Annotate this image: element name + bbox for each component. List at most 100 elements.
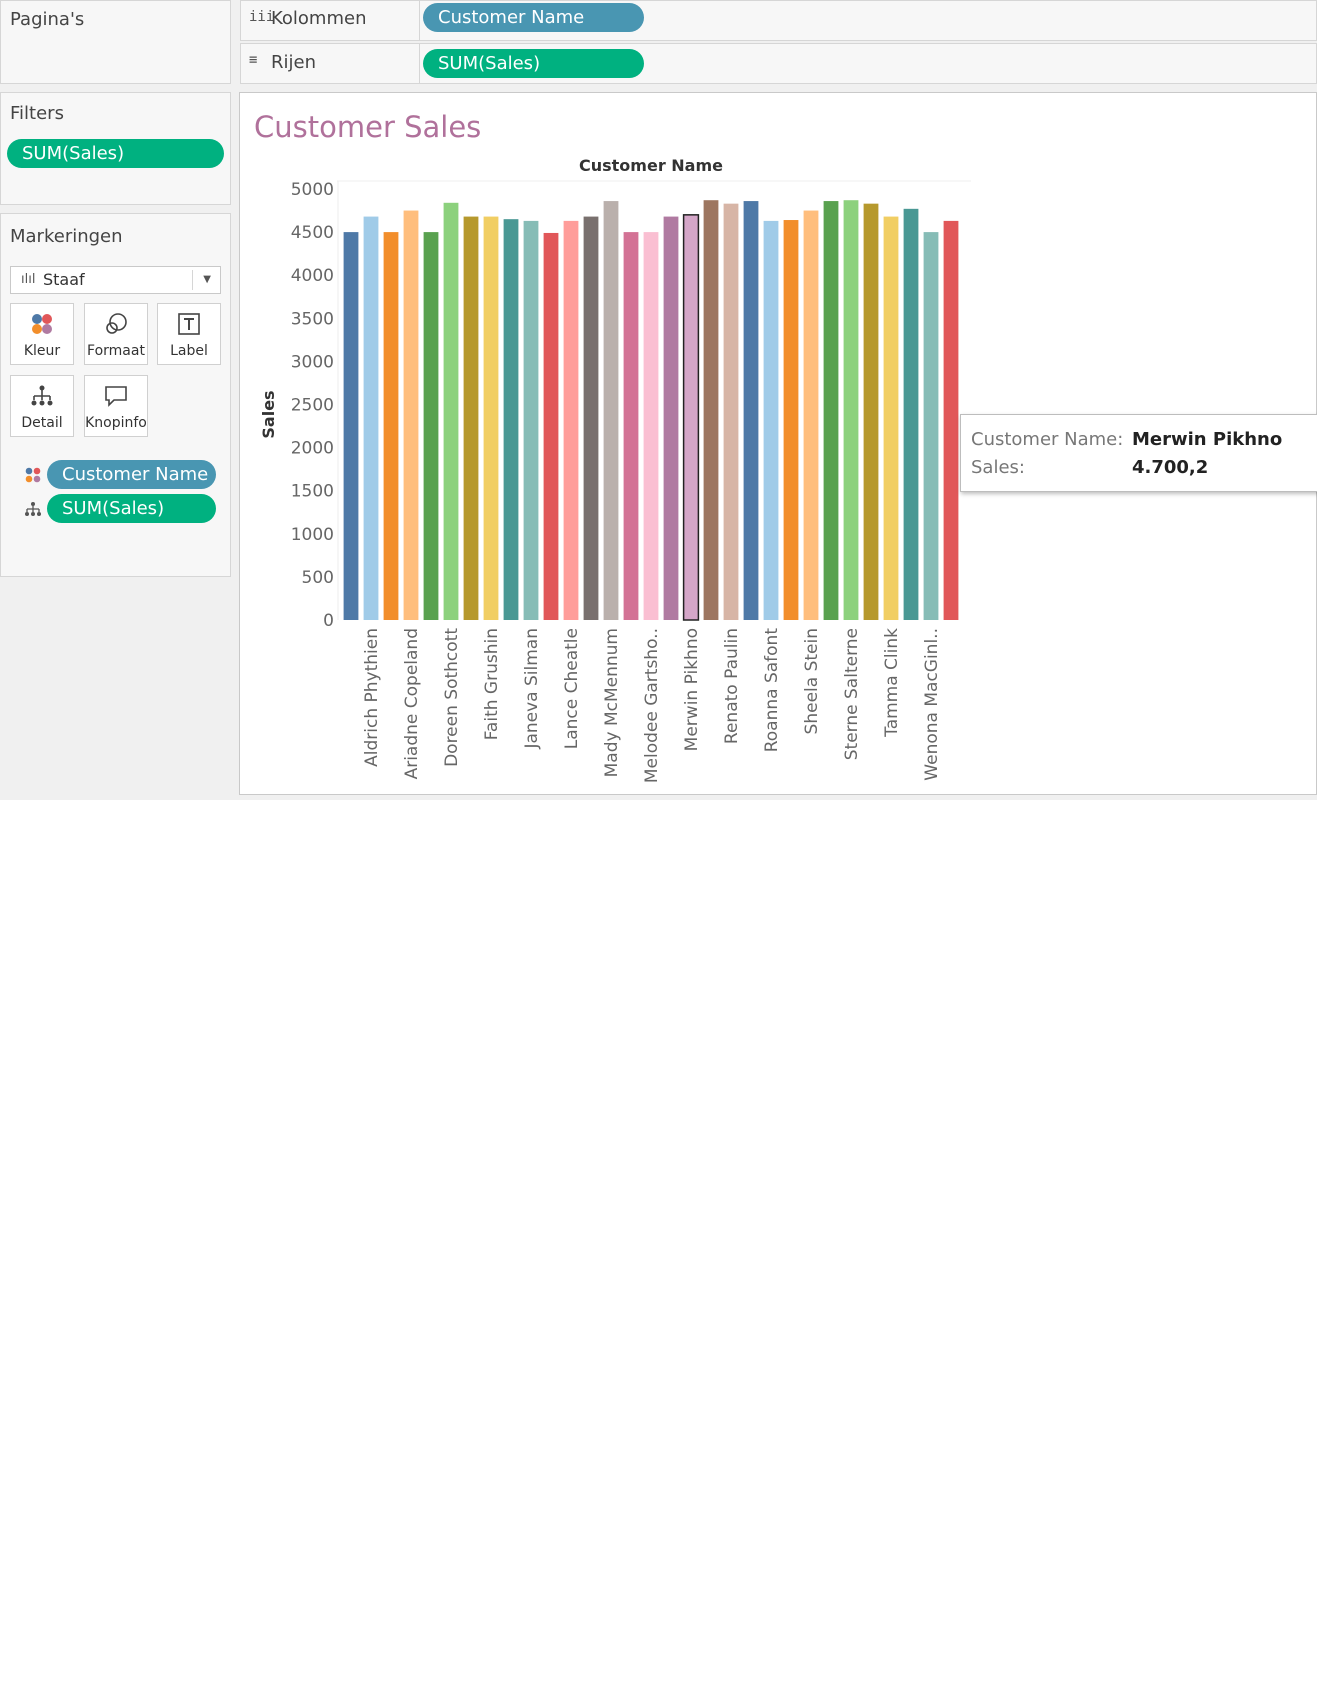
bar[interactable]: [383, 232, 399, 620]
y-tick-label: 1000: [291, 525, 334, 545]
x-tick-label: Wenona MacGinl..: [922, 628, 942, 781]
x-tick-label: Melodee Gartsho..: [642, 628, 662, 783]
bar[interactable]: [643, 232, 659, 620]
x-tick-label: Ariadne Copeland: [402, 628, 422, 779]
bar[interactable]: [523, 220, 539, 621]
y-axis-title: Sales: [259, 390, 278, 438]
label-button[interactable]: Label: [157, 303, 221, 365]
marks-pill-customer-name[interactable]: Customer Name: [47, 460, 216, 489]
color-button[interactable]: Kleur: [10, 303, 74, 365]
bar[interactable]: [483, 216, 499, 621]
mark-type-dropdown[interactable]: ılıl Staaf ▼: [10, 266, 221, 294]
top-axis-label: Customer Name: [579, 156, 723, 175]
columns-shelf-label: Kolommen: [271, 8, 367, 29]
bar[interactable]: [403, 210, 419, 621]
tooltip-value-sales: 4.700,2: [1132, 457, 1209, 478]
y-tick-label: 2500: [291, 396, 334, 416]
bar[interactable]: [363, 216, 379, 621]
bar[interactable]: [743, 201, 759, 620]
x-tick-label: Sheela Stein: [802, 628, 822, 734]
bar[interactable]: [823, 201, 839, 620]
x-tick-label: Mady McMennum: [602, 628, 622, 777]
filter-pill-sum-sales[interactable]: SUM(Sales): [7, 139, 224, 168]
y-tick-label: 2000: [291, 439, 334, 459]
tooltip-key-sales: Sales:: [971, 457, 1025, 478]
marks-card[interactable]: Markeringen ılıl Staaf ▼ Kleur Formaat L…: [0, 213, 231, 577]
pages-card[interactable]: Pagina's: [0, 0, 231, 84]
size-icon: [85, 310, 147, 338]
rows-shelf-label: Rijen: [271, 52, 316, 73]
y-tick-label: 1500: [291, 482, 334, 502]
rows-pill-sum-sales[interactable]: SUM(Sales): [423, 49, 644, 78]
pages-card-title: Pagina's: [10, 9, 85, 30]
bar[interactable]: [863, 203, 879, 620]
columns-shelf[interactable]: iii Kolommen Customer Name: [240, 0, 1317, 41]
text-icon: [158, 310, 220, 338]
rows-shelf[interactable]: ≡ Rijen SUM(Sales): [240, 43, 1317, 84]
tooltip-button-label: Knopinfo: [85, 415, 147, 431]
color-button-label: Kleur: [23, 343, 61, 359]
bar[interactable]: [503, 219, 519, 621]
tooltip-value-customer-name: Merwin Pikhno: [1132, 429, 1283, 450]
bar[interactable]: [703, 200, 719, 620]
columns-pill-customer-name[interactable]: Customer Name: [423, 3, 644, 32]
size-button[interactable]: Formaat: [84, 303, 148, 365]
dropdown-separator: [192, 270, 193, 290]
bar[interactable]: [543, 232, 559, 620]
bar[interactable]: [463, 216, 479, 621]
tooltip-button[interactable]: Knopinfo: [84, 375, 148, 437]
bar[interactable]: [423, 232, 439, 620]
x-tick-label: Lance Cheatle: [562, 628, 582, 749]
detail-icon: [11, 382, 73, 410]
bar[interactable]: [663, 216, 679, 621]
y-tick-label: 3500: [291, 309, 334, 329]
x-tick-label: Doreen Sothcott: [442, 628, 462, 767]
mark-type-label: Staaf: [43, 270, 85, 289]
bar[interactable]: [803, 210, 819, 621]
bar[interactable]: [443, 202, 459, 620]
filters-card-title: Filters: [10, 103, 64, 124]
x-tick-label: Faith Grushin: [482, 628, 502, 740]
label-button-label: Label: [170, 343, 208, 359]
y-tick-label: 0: [323, 611, 334, 631]
bar[interactable]: [923, 232, 939, 620]
y-tick-label: 4000: [291, 266, 334, 286]
bar[interactable]: [623, 232, 639, 620]
bar[interactable]: [843, 200, 859, 620]
color-icon: [25, 467, 41, 487]
x-tick-label: Sterne Salterne: [842, 628, 862, 760]
shelf-divider: [419, 44, 420, 83]
detail-button-label: Detail: [21, 415, 63, 431]
bar[interactable]: [583, 216, 599, 621]
bar[interactable]: [903, 208, 919, 620]
tooltip-key-customer-name: Customer Name:: [971, 429, 1124, 450]
x-tick-label: Janeva Silman: [522, 628, 542, 750]
tooltip: Customer Name: Merwin Pikhno Sales: 4.70…: [960, 414, 1317, 492]
x-tick-label: Tamma Clink: [882, 628, 902, 738]
bar[interactable]: [603, 201, 619, 620]
bar[interactable]: [723, 203, 739, 620]
size-button-label: Formaat: [87, 343, 145, 359]
filters-card[interactable]: Filters SUM(Sales): [0, 92, 231, 205]
y-tick-label: 3000: [291, 352, 334, 372]
marks-card-title: Markeringen: [10, 226, 123, 247]
x-tick-label: Renato Paulin: [722, 628, 742, 744]
bar[interactable]: [883, 216, 899, 621]
bar[interactable]: [783, 220, 799, 621]
detail-button[interactable]: Detail: [10, 375, 74, 437]
shelf-divider: [419, 1, 420, 40]
detail-icon: [25, 501, 41, 521]
bar-chart-icon: ılıl: [21, 272, 36, 287]
bar[interactable]: [563, 220, 579, 621]
bar[interactable]: [343, 232, 359, 620]
bar[interactable]: [763, 220, 779, 621]
rows-icon: ≡: [249, 52, 258, 68]
color-icon: [11, 310, 73, 338]
y-tick-label: 5000: [291, 180, 334, 200]
y-tick-label: 500: [302, 568, 334, 588]
bar[interactable]: [943, 220, 959, 621]
worksheet-view[interactable]: Customer Sales Customer Name Sales 0 500 100…: [239, 92, 1317, 795]
bar[interactable]: [682, 214, 700, 621]
tooltip-icon: [85, 382, 147, 410]
marks-pill-sum-sales[interactable]: SUM(Sales): [47, 494, 216, 523]
